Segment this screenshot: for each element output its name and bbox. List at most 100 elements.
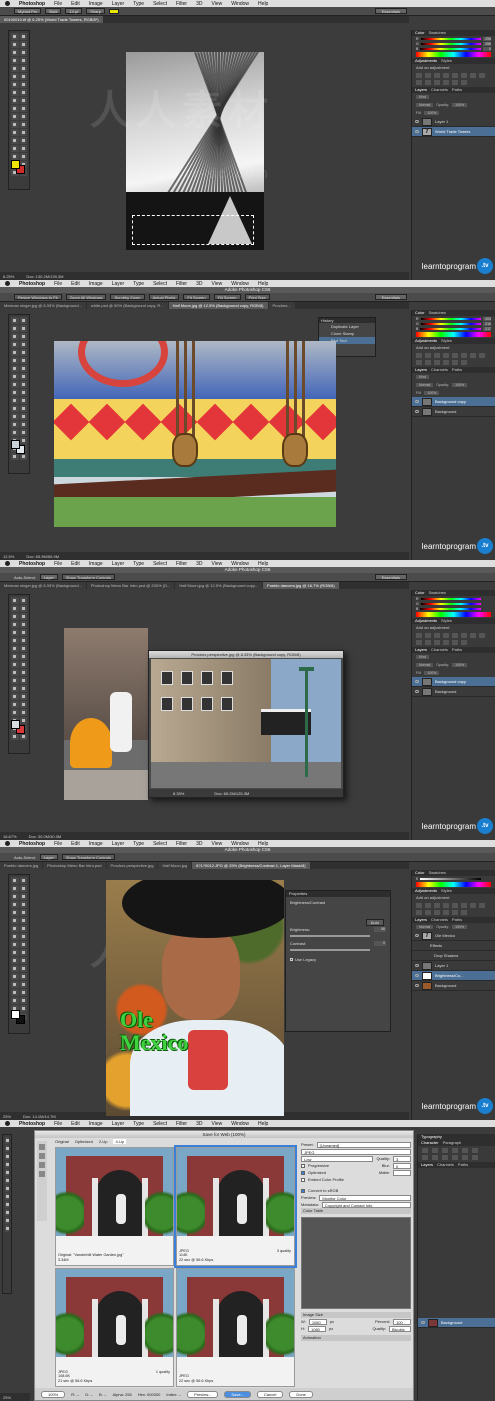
tool-button[interactable] [11, 105, 19, 112]
eye-icon[interactable] [415, 984, 419, 987]
tab-2up[interactable]: 2-Up [99, 1139, 108, 1144]
layer-effect-drop-shadow[interactable]: Drop Shadow [412, 951, 495, 961]
tool-button[interactable] [11, 137, 19, 144]
tool-button[interactable] [5, 1225, 9, 1232]
menu-type[interactable]: Type [133, 1, 144, 7]
adjustment-icons[interactable] [412, 901, 495, 917]
color-b-value[interactable]: 217 [483, 326, 491, 331]
fill-field[interactable]: 100% [424, 111, 440, 115]
metadata-select[interactable]: Copyright and Contact Info [321, 1201, 411, 1208]
tool-button[interactable] [11, 41, 19, 48]
tool-button[interactable] [11, 621, 19, 628]
tool-button[interactable] [19, 653, 27, 660]
tool-button[interactable] [19, 885, 27, 892]
color-g-value[interactable]: 255 [483, 41, 491, 46]
tool-button[interactable] [19, 973, 27, 980]
tool-button[interactable] [19, 89, 27, 96]
tab-paths[interactable]: Paths [452, 647, 462, 653]
blur-field[interactable]: 0 [393, 1162, 411, 1169]
tool-button[interactable] [5, 1209, 9, 1216]
menu-file[interactable]: File [54, 1, 62, 7]
use-legacy-checkbox[interactable]: Use Legacy [290, 957, 316, 962]
tool-button[interactable] [19, 677, 27, 684]
opacity-field[interactable]: 100% [452, 103, 468, 107]
font-style-select[interactable]: Bold [45, 8, 62, 14]
tool-button[interactable] [11, 941, 19, 948]
zoom-level[interactable]: 16.67% [3, 834, 17, 839]
tool-button[interactable] [19, 421, 27, 428]
tool-button[interactable] [19, 317, 27, 324]
menu-window[interactable]: Window [231, 1, 249, 7]
tool-button[interactable] [19, 965, 27, 972]
doc-tab[interactable]: Mexican singer.jpg @ 8.33% (Background..… [0, 302, 86, 309]
color-spectrum[interactable] [416, 52, 491, 57]
resize-windows-option[interactable]: Resize Windows to Fit [14, 294, 62, 300]
tool-button[interactable] [11, 153, 19, 160]
menu-help[interactable]: Help [258, 1, 268, 7]
doc-tab[interactable]: Pueblo dancers.jpg [0, 862, 43, 869]
eye-icon[interactable] [415, 130, 419, 133]
doc-tab[interactable]: Pueblo dancers.jpg @ 16.7% (RGB/8) [263, 582, 339, 589]
menu-window[interactable]: Window [231, 561, 249, 567]
layer-row[interactable]: Background copy [412, 397, 495, 407]
tool-button[interactable] [11, 33, 19, 40]
tool-button[interactable] [11, 325, 19, 332]
eye-icon[interactable] [415, 410, 419, 413]
preview-select[interactable]: Monitor Color [319, 1194, 411, 1201]
tool-button[interactable] [19, 645, 27, 652]
menu-filter[interactable]: Filter [176, 1, 187, 7]
blend-mode-select[interactable]: Normal [416, 383, 434, 387]
tool-button[interactable] [19, 357, 27, 364]
color-spectrum[interactable] [416, 612, 491, 617]
tool-button[interactable] [11, 645, 19, 652]
color-table-header[interactable]: Color Table [301, 1208, 411, 1214]
tab-layers[interactable]: Layers [415, 647, 427, 653]
foreground-color[interactable] [11, 440, 20, 449]
color-g-value[interactable]: 210 [483, 321, 491, 326]
fill-field[interactable]: 100% [424, 391, 440, 395]
tool-button[interactable] [19, 893, 27, 900]
tool-button[interactable] [11, 421, 19, 428]
tool-button[interactable] [11, 145, 19, 152]
menu-filter[interactable]: Filter [176, 561, 187, 567]
eye-icon[interactable] [415, 690, 419, 693]
tool-button[interactable] [11, 405, 19, 412]
menu-select[interactable]: Select [153, 1121, 167, 1127]
tool-button[interactable] [11, 989, 19, 996]
zoom-all-windows-option[interactable]: Zoom All Windows [65, 294, 107, 300]
apple-icon[interactable] [5, 1121, 10, 1126]
tool-button[interactable] [11, 597, 19, 604]
tool-button[interactable] [19, 917, 27, 924]
eye-icon[interactable] [415, 120, 419, 123]
tool-button[interactable] [19, 81, 27, 88]
tool-button[interactable] [19, 957, 27, 964]
floating-zoom[interactable]: 8.33% [173, 791, 184, 796]
tab-styles[interactable]: Styles [441, 338, 452, 344]
tool-button[interactable] [19, 49, 27, 56]
percent-field[interactable]: 100 [393, 1318, 411, 1325]
tool-button[interactable] [19, 41, 27, 48]
tool-button[interactable] [19, 613, 27, 620]
doc-tab[interactable]: Photoshop Menu Bar Intro.psd [43, 862, 106, 869]
tool-button[interactable] [11, 733, 19, 740]
tool-button[interactable] [11, 389, 19, 396]
done-button[interactable]: Done [289, 1390, 313, 1398]
preview-cell[interactable]: Original: "Vanderbilt Water Garden.jpg" 3… [55, 1147, 174, 1266]
menu-window[interactable]: Window [231, 281, 249, 287]
tool-button[interactable] [19, 997, 27, 1004]
tab-layers[interactable]: Layers [415, 917, 427, 923]
tool-button[interactable] [19, 629, 27, 636]
tool-button[interactable] [19, 925, 27, 932]
blend-mode-select[interactable]: Normal [416, 103, 434, 107]
color-swatches[interactable] [11, 1010, 25, 1024]
text-bounding-box[interactable] [132, 215, 254, 245]
tool-button[interactable] [11, 605, 19, 612]
tool-button[interactable] [11, 701, 19, 708]
zoom-level[interactable]: 6.25% [3, 274, 14, 279]
menu-layer[interactable]: Layer [112, 561, 125, 567]
color-b-value[interactable]: 0 [483, 46, 491, 51]
tool-button[interactable] [5, 1193, 9, 1200]
tool-button[interactable] [11, 73, 19, 80]
menu-edit[interactable]: Edit [71, 1, 80, 7]
tab-adjustments[interactable]: Adjustments [415, 58, 437, 64]
